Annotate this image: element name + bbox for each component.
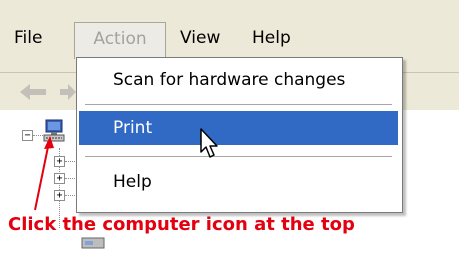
action-dropdown-menu: Scan for hardware changes Print Help xyxy=(76,57,403,213)
forward-arrow-icon[interactable] xyxy=(58,81,78,103)
menu-action[interactable]: Action xyxy=(74,22,166,59)
menu-separator xyxy=(85,156,392,157)
tree-connector xyxy=(65,195,75,196)
menu-view[interactable]: View xyxy=(180,22,220,54)
device-icon xyxy=(80,234,106,250)
menu-file[interactable]: File xyxy=(14,22,42,54)
menu-separator xyxy=(85,104,392,105)
menu-item-scan-hardware[interactable]: Scan for hardware changes xyxy=(79,63,398,97)
computer-icon[interactable] xyxy=(42,118,66,148)
tree-root-expander[interactable]: − xyxy=(22,130,33,141)
tree-child-expander[interactable]: + xyxy=(54,173,65,184)
back-arrow-icon[interactable] xyxy=(18,81,48,103)
annotation-text: Click the computer icon at the top xyxy=(8,214,355,235)
tree-connector xyxy=(65,178,75,179)
menu-item-help[interactable]: Help xyxy=(79,165,398,199)
tree-child-expander[interactable]: + xyxy=(54,190,65,201)
menu-help[interactable]: Help xyxy=(252,22,291,54)
tree-connector xyxy=(65,161,75,162)
tree-child-expander[interactable]: + xyxy=(54,156,65,167)
menu-item-print[interactable]: Print xyxy=(79,111,398,145)
